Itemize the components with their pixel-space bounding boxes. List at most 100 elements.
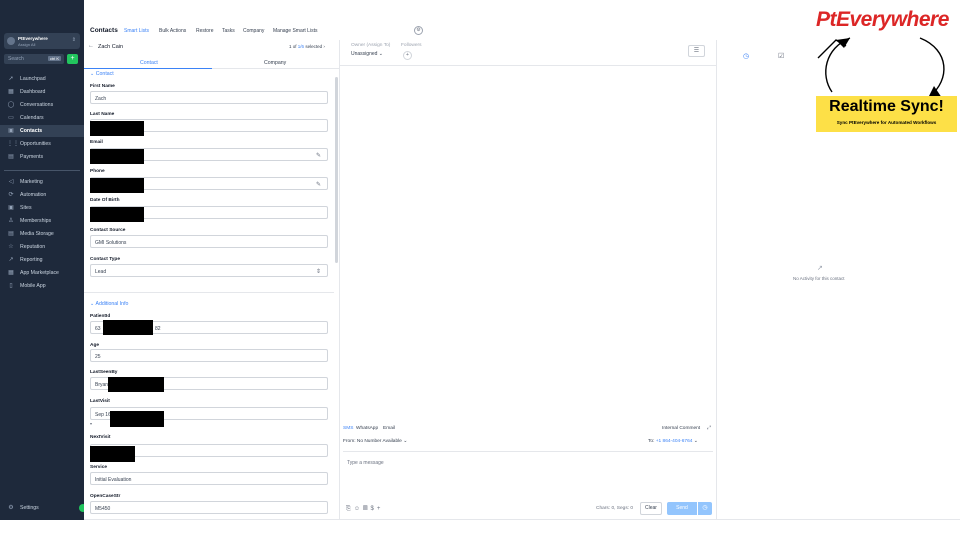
sidebar-item-contacts[interactable]: ▣ Contacts: [0, 125, 84, 137]
age-field[interactable]: 25: [90, 349, 328, 362]
tab-tasks[interactable]: Tasks: [222, 28, 235, 34]
section-contact[interactable]: ⌄ Contact: [90, 71, 114, 77]
sidebar-item-automation[interactable]: ⟳ Automation: [0, 189, 84, 201]
from-selector[interactable]: From: No Number Available ⌄: [343, 439, 407, 444]
contact-type-select[interactable]: Lead ⇕: [90, 264, 328, 277]
from-label: From:: [343, 439, 356, 444]
section-additional-info[interactable]: ⌄ Additional Info: [90, 301, 128, 307]
contacts-icon: ▣: [8, 128, 14, 134]
sidebar-item-reporting[interactable]: ↗ Reporting: [0, 254, 84, 266]
tab-manage-smart-lists[interactable]: Manage Smart Lists: [273, 28, 317, 34]
resize-caret-icon: ▾: [90, 421, 93, 426]
last-seen-value: Bryan: [95, 381, 109, 388]
dashboard-icon: ▦: [8, 89, 14, 95]
media-icon: ▤: [8, 231, 14, 237]
task-check-icon[interactable]: ☑: [778, 52, 784, 60]
sidebar-item-calendars[interactable]: ▭ Calendars: [0, 112, 84, 124]
tab-smart-lists[interactable]: Smart Lists: [124, 28, 149, 34]
sidebar-item-label: Payments: [20, 154, 44, 160]
contact-header: ← Zach Cain 1 of 1/6 selected ›: [84, 40, 340, 54]
clear-button[interactable]: Clear: [640, 502, 662, 515]
pencil-icon[interactable]: ✎: [316, 152, 321, 159]
schedule-icon[interactable]: ◷: [698, 502, 712, 515]
message-placeholder: Type a message: [347, 460, 384, 466]
pagination-selected: selected: [305, 44, 323, 49]
back-arrow-icon[interactable]: ←: [88, 43, 94, 49]
expand-icon[interactable]: ⤢: [707, 425, 711, 431]
patient-id-suffix: 82: [155, 325, 161, 332]
tab-restore[interactable]: Restore: [196, 28, 214, 34]
send-button[interactable]: Send: [667, 502, 697, 515]
redaction-block: [90, 446, 135, 462]
sidebar-item-conversations[interactable]: ◯ Conversations: [0, 99, 84, 111]
chat-icon: ◯: [7, 102, 15, 108]
sidebar-item-sites[interactable]: ▣ Sites: [0, 202, 84, 214]
sidebar-item-label: Sites: [20, 205, 32, 211]
service-field[interactable]: Initial Evaluation: [90, 472, 328, 485]
sidebar-item-label: Calendars: [20, 115, 44, 121]
last-seen-label: LastSeenBy: [90, 370, 118, 375]
open-case-label: OpenCaseStr: [90, 494, 121, 499]
sidebar-item-memberships[interactable]: ♙ Memberships: [0, 215, 84, 227]
star-icon: ☆: [8, 244, 14, 250]
account-switcher[interactable]: PtEverywhere Assign All ⇕: [4, 33, 80, 49]
sidebar-item-label: App Marketplace: [20, 270, 59, 276]
pagination: 1 of 1/6 selected ›: [289, 44, 325, 49]
sidebar-item-launchpad[interactable]: ➚ Launchpad: [0, 73, 84, 85]
followers-label: Followers: [401, 43, 422, 48]
section-divider: [84, 292, 334, 293]
age-value: 25: [95, 353, 101, 360]
chevron-updown-icon: ⇕: [71, 37, 76, 43]
tab-company-detail[interactable]: Company: [264, 60, 286, 66]
age-label: Age: [90, 343, 100, 348]
to-selector[interactable]: To: +1 864-404-6764 ⌄: [648, 439, 698, 444]
open-case-field[interactable]: M5450: [90, 501, 328, 514]
message-input[interactable]: Type a message: [343, 451, 713, 497]
first-name-field[interactable]: Zach: [90, 91, 328, 104]
sidebar-item-settings[interactable]: ⚙ Settings: [0, 502, 84, 514]
contact-panel: ← Zach Cain 1 of 1/6 selected › Contact …: [84, 40, 340, 520]
sync-arrows-icon: [817, 37, 945, 98]
tab-email[interactable]: Email: [383, 426, 395, 431]
clock-icon[interactable]: ◷: [743, 52, 749, 60]
sidebar-item-reputation[interactable]: ☆ Reputation: [0, 241, 84, 253]
redaction-block: [90, 178, 144, 193]
sidebar-item-opportunities[interactable]: ⋮⋮ Opportunities: [0, 138, 84, 150]
sidebar-item-media-storage[interactable]: ▤ Media Storage: [0, 228, 84, 240]
emoji-icon[interactable]: ☺: [354, 506, 363, 512]
filter-icon[interactable]: ☰: [688, 45, 705, 57]
gear-icon: ⚙: [8, 505, 14, 511]
tab-contact[interactable]: Contact: [140, 60, 158, 66]
sidebar-item-mobile-app[interactable]: ▯ Mobile App: [0, 280, 84, 292]
add-follower-button[interactable]: +: [403, 51, 412, 60]
sidebar-item-marketing[interactable]: ◁ Marketing: [0, 176, 84, 188]
template-icon[interactable]: ▤: [363, 506, 371, 512]
internal-comment-tab[interactable]: Internal Comment: [662, 426, 700, 431]
owner-select[interactable]: Unassigned ⌄: [351, 51, 383, 57]
tab-bulk-actions[interactable]: Bulk Actions: [159, 28, 186, 34]
sidebar-item-label: Automation: [20, 192, 47, 198]
tab-whatsapp[interactable]: WhatsApp: [356, 426, 378, 431]
plus-icon[interactable]: +: [377, 506, 384, 512]
section-contact-label: Contact: [95, 71, 114, 77]
gear-icon[interactable]: ⚙: [414, 26, 423, 35]
form-scrollbar[interactable]: [335, 77, 338, 263]
quick-add-button[interactable]: +: [67, 54, 78, 64]
pencil-icon[interactable]: ✎: [316, 181, 321, 188]
attachment-icon[interactable]: ⎘: [346, 506, 354, 512]
sync-title: Realtime Sync!: [829, 98, 944, 115]
last-visit-label: LastVisit: [90, 399, 110, 404]
sidebar-item-dashboard[interactable]: ▦ Dashboard: [0, 86, 84, 98]
sidebar-item-app-marketplace[interactable]: ▦ App Marketplace: [0, 267, 84, 279]
search-input[interactable]: Search ctrl K: [4, 54, 64, 64]
promo-overlay: PtEverywhere Realtime Sync! Sync PtEvery…: [810, 0, 960, 170]
opportunities-icon: ⋮⋮: [7, 141, 19, 147]
tab-sms[interactable]: SMS: [343, 426, 353, 431]
contact-source-field[interactable]: GMI Solutions: [90, 235, 328, 248]
contact-source-value: GMI Solutions: [95, 239, 127, 246]
tab-company[interactable]: Company: [243, 28, 264, 34]
sync-subtitle: Sync PtEverywhere for Automated Workflow…: [836, 120, 937, 125]
realtime-sync-banner: Realtime Sync! Sync PtEverywhere for Aut…: [816, 96, 957, 132]
sidebar-item-payments[interactable]: ▤ Payments: [0, 151, 84, 163]
contact-name: Zach Cain: [98, 44, 124, 50]
